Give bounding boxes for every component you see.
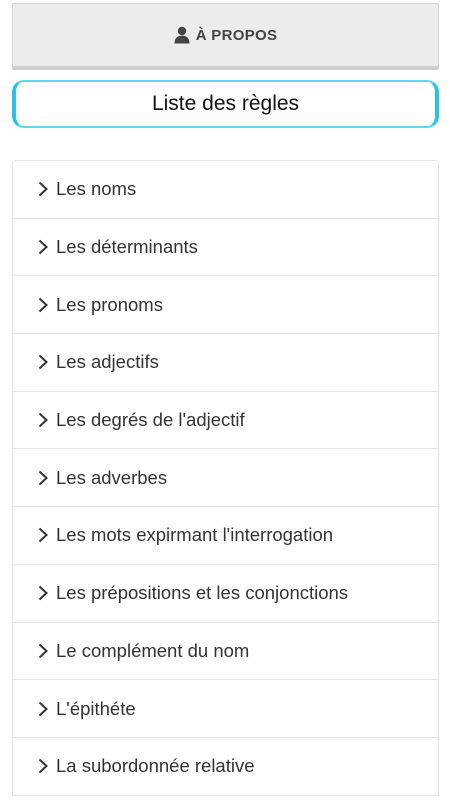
chevron-right-icon [38, 585, 48, 601]
rule-item-determinants[interactable]: Les déterminants [13, 219, 438, 277]
chevron-right-icon [38, 701, 48, 716]
page: À PROPOS Liste des règles Les noms Les d… [0, 0, 450, 800]
rule-item-label: Les prépositions et les conjonctions [56, 582, 349, 604]
rule-item-label: Les degrés de l'adjectif [56, 409, 245, 431]
chevron-right-icon [38, 528, 48, 543]
about-button[interactable]: À PROPOS [12, 3, 439, 70]
rule-item-label: Les noms [56, 178, 137, 200]
rules-list-header: Liste des règles [12, 80, 439, 128]
rule-item-label: Le complément du nom [56, 639, 250, 661]
rule-item-complement-nom[interactable]: Le complément du nom [13, 623, 438, 681]
rule-item-label: Les adverbes [56, 466, 168, 488]
rule-item-subordonnee-relative[interactable]: La subordonnée relative [13, 738, 438, 796]
rule-item-interrogation[interactable]: Les mots expirmant l'interrogation [13, 507, 438, 565]
rule-item-label: L'épithéte [56, 697, 136, 719]
rule-item-label: Les déterminants [56, 236, 198, 258]
rule-item-label: Les mots expirmant l'interrogation [56, 524, 334, 546]
chevron-right-icon [38, 239, 48, 255]
rule-item-epithete[interactable]: L'épithéte [13, 680, 438, 738]
rule-item-label: Les adjectifs [56, 351, 159, 373]
rule-item-label: La subordonnée relative [56, 755, 255, 777]
user-icon [174, 26, 190, 44]
rule-item-noms[interactable]: Les noms [13, 161, 438, 219]
about-button-label: À PROPOS [195, 26, 278, 44]
chevron-right-icon [38, 182, 48, 197]
chevron-right-icon [38, 470, 48, 486]
chevron-right-icon [38, 758, 48, 774]
rules-list: Les noms Les déterminants Les pronoms Le… [12, 160, 439, 796]
rule-item-label: Les pronoms [56, 293, 163, 315]
rule-item-degres-adjectif[interactable]: Les degrés de l'adjectif [13, 392, 438, 450]
rule-item-pronoms[interactable]: Les pronoms [13, 276, 438, 335]
chevron-right-icon [38, 412, 48, 428]
rule-item-prepositions-conjonctions[interactable]: Les prépositions et les conjonctions [13, 565, 438, 623]
rule-item-adjectifs[interactable]: Les adjectifs [13, 334, 438, 392]
rules-list-title: Liste des règles [151, 92, 300, 115]
chevron-right-icon [38, 643, 48, 659]
chevron-right-icon [38, 355, 48, 370]
rule-item-adverbes[interactable]: Les adverbes [13, 449, 438, 508]
chevron-right-icon [38, 297, 48, 312]
